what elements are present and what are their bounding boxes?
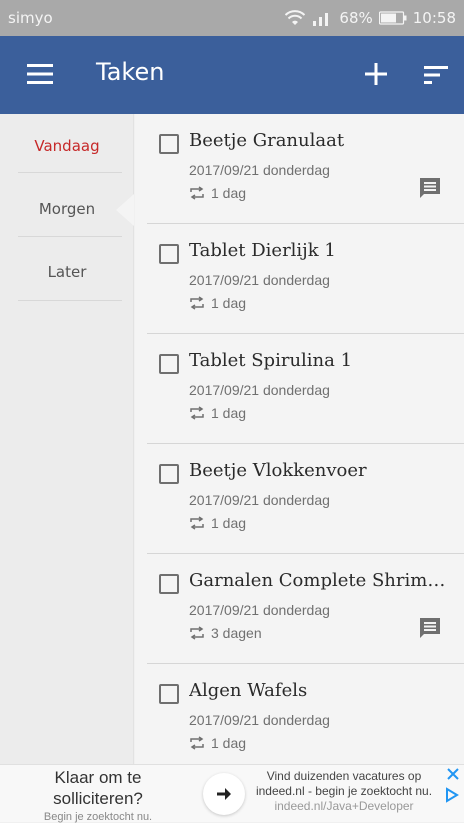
ad-body-line2: indeed.nl - begin je zoektocht nu.: [255, 784, 433, 798]
ad-banner[interactable]: Klaar om te solliciteren? Begin je zoekt…: [0, 764, 464, 823]
ad-open-button[interactable]: [203, 773, 245, 815]
task-date: 2017/09/21 donderdag: [189, 382, 330, 398]
sidebar-item-label: Vandaag: [34, 137, 100, 155]
signal-icon: [313, 13, 329, 26]
sidebar-item-label: Morgen: [38, 200, 96, 218]
selection-pointer: [116, 194, 134, 226]
task-title: Tablet Spirulina 1: [189, 350, 353, 371]
task-title: Beetje Vlokkenvoer: [189, 460, 367, 481]
task-checkbox[interactable]: [159, 134, 179, 154]
ad-body-line1: Vind duizenden vacatures op: [266, 769, 422, 783]
carrier-label: simyo: [8, 9, 53, 27]
task-date: 2017/09/21 donderdag: [189, 272, 330, 288]
ad-url: indeed.nl/Java+Developer: [274, 799, 414, 813]
repeat-label: 1 dag: [211, 295, 247, 311]
page-title: Taken: [96, 58, 165, 86]
sidebar-item-vandaag[interactable]: Vandaag: [0, 114, 134, 178]
menu-icon[interactable]: [26, 62, 54, 86]
task-checkbox[interactable]: [159, 244, 179, 264]
task-repeat: 3 dagen: [189, 625, 262, 641]
sidebar-item-label: Later: [47, 263, 87, 281]
repeat-label: 1 dag: [211, 735, 247, 751]
add-icon[interactable]: [362, 60, 390, 88]
status-bar: simyo 68% 10:58: [0, 0, 464, 36]
app-bar: Taken: [0, 36, 464, 114]
adchoices-icon[interactable]: [444, 787, 460, 803]
task-checkbox[interactable]: [159, 574, 179, 594]
task-title: Tablet Dierlijk 1: [189, 240, 336, 261]
ad-headline-block: Klaar om te solliciteren? Begin je zoekt…: [0, 765, 196, 823]
sidebar-divider: [18, 300, 122, 301]
comment-icon[interactable]: [418, 176, 442, 200]
task-date: 2017/09/21 donderdag: [189, 162, 330, 178]
task-repeat: 1 dag: [189, 405, 246, 421]
task-repeat: 1 dag: [189, 735, 246, 751]
task-item[interactable]: Beetje Vlokkenvoer 2017/09/21 donderdag …: [135, 444, 464, 554]
sidebar-item-later[interactable]: Later: [0, 240, 134, 304]
task-date: 2017/09/21 donderdag: [189, 712, 330, 728]
repeat-icon: [190, 406, 204, 420]
task-title: Algen Wafels: [189, 680, 308, 701]
task-checkbox[interactable]: [159, 464, 179, 484]
repeat-label: 3 dagen: [211, 625, 262, 641]
close-icon[interactable]: [446, 767, 460, 781]
task-item[interactable]: Garnalen Complete Shrim… 2017/09/21 dond…: [135, 554, 464, 664]
task-title: Garnalen Complete Shrim…: [189, 570, 446, 591]
repeat-icon: [190, 296, 204, 310]
ad-body: Vind duizenden vacatures op indeed.nl - …: [254, 769, 434, 814]
repeat-icon: [190, 516, 204, 530]
battery-icon: [378, 11, 407, 25]
sort-icon[interactable]: [422, 63, 450, 87]
task-title: Beetje Granulaat: [189, 130, 345, 151]
task-checkbox[interactable]: [159, 684, 179, 704]
clock: 10:58: [412, 9, 456, 27]
task-item[interactable]: Algen Wafels 2017/09/21 donderdag 1 dag: [135, 664, 464, 764]
battery-percent: 68%: [339, 9, 373, 27]
repeat-icon: [190, 736, 204, 750]
arrow-right-icon: [217, 788, 231, 800]
task-item[interactable]: Beetje Granulaat 2017/09/21 donderdag 1 …: [135, 114, 464, 224]
task-repeat: 1 dag: [189, 185, 246, 201]
sidebar-divider: [18, 172, 122, 173]
day-sidebar: Vandaag Morgen Later: [0, 114, 134, 764]
sidebar-divider: [18, 236, 122, 237]
repeat-label: 1 dag: [211, 405, 247, 421]
comment-icon[interactable]: [418, 616, 442, 640]
ad-headline: Klaar om te solliciteren?: [0, 767, 196, 809]
ad-headline-line2: solliciteren?: [53, 789, 143, 808]
wifi-icon: [285, 10, 306, 25]
ad-subtext: Begin je zoektocht nu.: [43, 811, 153, 823]
task-checkbox[interactable]: [159, 354, 179, 374]
task-item[interactable]: Tablet Spirulina 1 2017/09/21 donderdag …: [135, 334, 464, 444]
repeat-icon: [190, 186, 204, 200]
ad-headline-line1: Klaar om te: [54, 768, 142, 787]
task-repeat: 1 dag: [189, 295, 246, 311]
repeat-label: 1 dag: [211, 515, 247, 531]
task-repeat: 1 dag: [189, 515, 246, 531]
task-list: Beetje Granulaat 2017/09/21 donderdag 1 …: [135, 114, 464, 764]
repeat-icon: [190, 626, 204, 640]
task-date: 2017/09/21 donderdag: [189, 492, 330, 508]
task-item[interactable]: Tablet Dierlijk 1 2017/09/21 donderdag 1…: [135, 224, 464, 334]
task-date: 2017/09/21 donderdag: [189, 602, 330, 618]
repeat-label: 1 dag: [211, 185, 247, 201]
sidebar-item-morgen[interactable]: Morgen: [0, 177, 134, 241]
status-icons: 68% 10:58: [285, 9, 456, 27]
